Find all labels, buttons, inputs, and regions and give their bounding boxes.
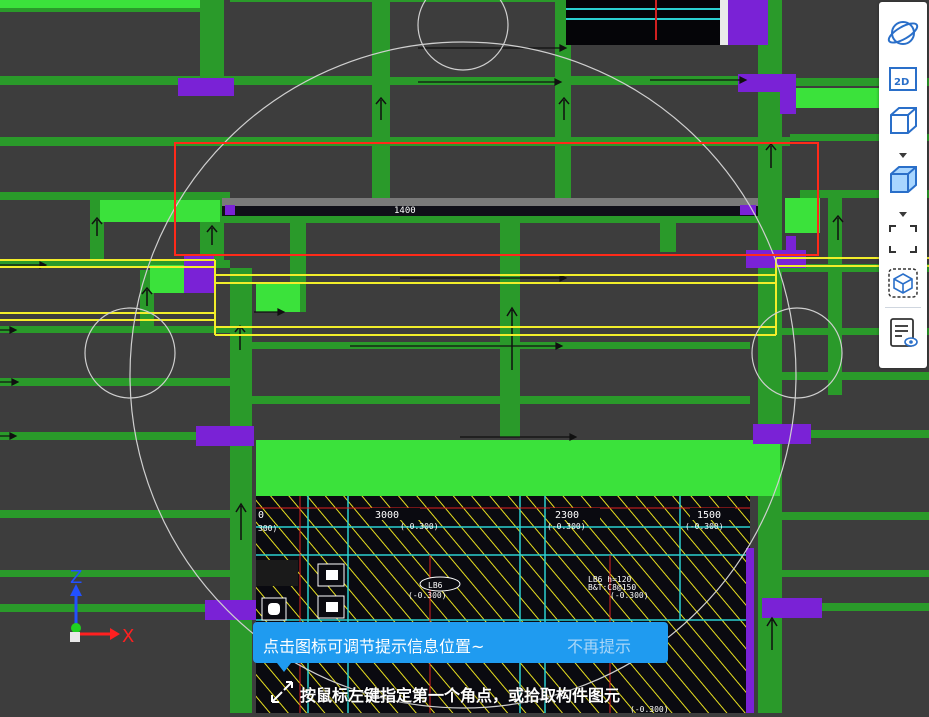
- dim-2300-label: 2300: [555, 510, 579, 521]
- elev-e-label: (-0.300): [610, 591, 649, 600]
- drawing-strip: [222, 206, 758, 216]
- top-drawing-fragment: [566, 0, 728, 45]
- elev-c-label: (-0.300): [685, 522, 724, 531]
- command-prompt-text: 按鼠标左键指定第一个角点，或拾取构件图元: [300, 686, 621, 705]
- wireframe-cube-icon[interactable]: [886, 104, 920, 138]
- dont-show-again-button[interactable]: 不再提示: [567, 633, 631, 657]
- dim-1400-label: 1400: [394, 206, 416, 216]
- elev-a-label: (-0.300): [400, 522, 439, 531]
- axis-gizmo: Z X: [58, 567, 148, 650]
- solid-cube-icon[interactable]: [886, 163, 920, 197]
- chevron-down-icon[interactable]: [896, 205, 910, 217]
- orbit-icon[interactable]: [886, 16, 920, 50]
- elev-b-label: (-0.300): [547, 522, 586, 531]
- z-axis-label: Z: [70, 570, 82, 588]
- x-axis-label: X: [122, 626, 134, 647]
- beam-section-band: [222, 198, 758, 206]
- property-view-icon[interactable]: [886, 316, 920, 350]
- dim-left-label: 0: [258, 510, 264, 521]
- lb-tag-label: LB6: [428, 581, 443, 590]
- dim-1500-label: 1500: [697, 510, 721, 521]
- dashed-cube-icon[interactable]: [886, 266, 920, 300]
- elev-left-label: 300): [258, 524, 277, 533]
- view-toolbar: 2D: [879, 2, 927, 368]
- corner-pick-icon: [270, 680, 296, 708]
- toolbar-divider: [885, 307, 921, 308]
- dashed-selection-icon[interactable]: [886, 222, 920, 256]
- view-2d-icon[interactable]: 2D: [886, 62, 920, 96]
- chevron-down-icon[interactable]: [896, 146, 910, 158]
- dim-3000-label: 3000: [375, 510, 399, 521]
- elev-d-label: (-0.300): [408, 591, 447, 600]
- column-strip: [746, 548, 754, 713]
- elev-f-label: (-0.300): [630, 705, 669, 713]
- cad-3d-model-view[interactable]: 1400 3000 2300 1500 0 300) (-0.300) (-0.…: [0, 0, 929, 714]
- view-2d-label: 2D: [894, 77, 909, 88]
- hint-bubble[interactable]: 点击图标可调节提示信息位置~ 不再提示: [253, 622, 668, 672]
- hint-message: 点击图标可调节提示信息位置~: [263, 637, 485, 656]
